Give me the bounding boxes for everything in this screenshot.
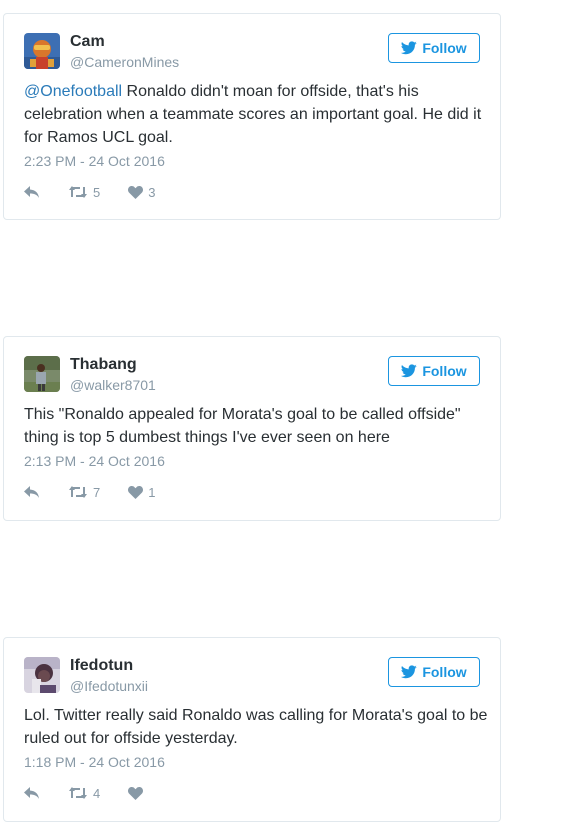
reply-icon xyxy=(24,486,39,498)
tweet-card: Cam @CameronMines Follow @Onefootball Ro… xyxy=(3,13,501,220)
like-action[interactable]: 3 xyxy=(128,185,155,200)
tweet-actions: 4 xyxy=(24,784,480,802)
heart-icon xyxy=(128,185,144,199)
follow-button[interactable]: Follow xyxy=(388,356,480,386)
twitter-bird-icon xyxy=(401,41,418,55)
user-names: Cam @CameronMines xyxy=(70,32,179,71)
tweet-card: Thabang @walker8701 Follow This "Ronaldo… xyxy=(3,336,501,521)
retweet-count: 4 xyxy=(93,785,101,801)
tweet-header: Cam @CameronMines Follow xyxy=(24,32,480,74)
screen-name[interactable]: @CameronMines xyxy=(70,53,179,71)
follow-button[interactable]: Follow xyxy=(388,33,480,63)
retweet-action[interactable]: 5 xyxy=(68,185,100,200)
screen-name[interactable]: @Ifedotunxii xyxy=(70,677,148,695)
like-count: 3 xyxy=(148,184,156,200)
follow-button[interactable]: Follow xyxy=(388,657,480,687)
tweet-actions: 7 1 xyxy=(24,483,480,501)
tweet-actions: 5 3 xyxy=(24,183,480,201)
tweet-timestamp[interactable]: 2:23 PM - 24 Oct 2016 xyxy=(24,152,480,170)
retweet-action[interactable]: 4 xyxy=(68,786,100,801)
screen-name[interactable]: @walker8701 xyxy=(70,376,156,394)
retweet-count: 5 xyxy=(93,184,101,200)
user-names: Ifedotun @Ifedotunxii xyxy=(70,656,148,695)
tweet-header: Thabang @walker8701 Follow xyxy=(24,355,480,397)
reply-action[interactable] xyxy=(24,786,40,800)
tweet-timestamp[interactable]: 1:18 PM - 24 Oct 2016 xyxy=(24,753,480,771)
heart-icon xyxy=(128,485,144,499)
mention-link[interactable]: @Onefootball xyxy=(24,83,122,100)
reply-action[interactable] xyxy=(24,185,40,199)
avatar[interactable] xyxy=(24,356,60,392)
twitter-bird-icon xyxy=(401,364,418,378)
tweet-text: This "Ronaldo appealed for Morata's goal… xyxy=(24,406,461,446)
retweet-icon xyxy=(69,787,87,799)
tweet-card: Ifedotun @Ifedotunxii Follow Lol. Twitte… xyxy=(3,637,501,822)
reply-icon xyxy=(24,186,39,198)
retweet-count: 7 xyxy=(93,484,101,500)
display-name[interactable]: Cam xyxy=(70,32,179,52)
tweet-header: Ifedotun @Ifedotunxii Follow xyxy=(24,656,480,698)
avatar[interactable] xyxy=(24,33,60,69)
retweet-icon xyxy=(69,486,87,498)
like-action[interactable]: 1 xyxy=(128,485,155,500)
user-names: Thabang @walker8701 xyxy=(70,355,156,394)
tweet-timestamp[interactable]: 2:13 PM - 24 Oct 2016 xyxy=(24,452,480,470)
follow-label: Follow xyxy=(422,664,467,680)
twitter-bird-icon xyxy=(401,665,418,679)
retweet-action[interactable]: 7 xyxy=(68,485,100,500)
avatar[interactable] xyxy=(24,657,60,693)
retweet-icon xyxy=(69,186,87,198)
follow-label: Follow xyxy=(422,363,467,379)
display-name[interactable]: Thabang xyxy=(70,355,156,375)
follow-label: Follow xyxy=(422,40,467,56)
reply-action[interactable] xyxy=(24,485,40,499)
tweet-text: @Onefootball Ronaldo didn't moan for off… xyxy=(24,80,494,149)
heart-icon xyxy=(128,786,144,800)
like-count: 1 xyxy=(148,484,156,500)
like-action[interactable] xyxy=(128,786,148,800)
display-name[interactable]: Ifedotun xyxy=(70,656,148,676)
tweet-text: Lol. Twitter really said Ronaldo was cal… xyxy=(24,707,488,747)
reply-icon xyxy=(24,787,39,799)
